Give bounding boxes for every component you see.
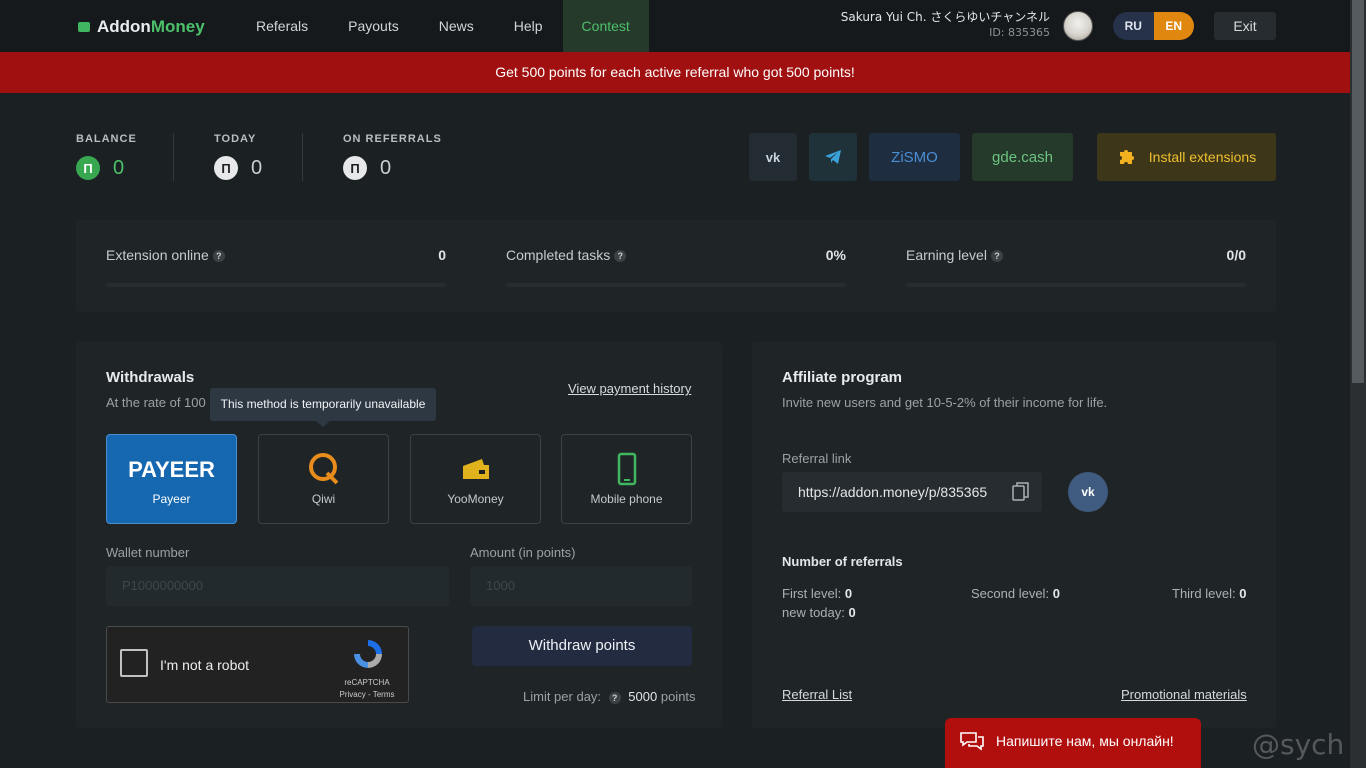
logo[interactable]: Addon Money: [78, 17, 205, 37]
phone-icon: [617, 452, 637, 486]
vk-button[interactable]: vk: [749, 133, 797, 181]
method-mobile-phone[interactable]: Mobile phone: [561, 434, 692, 524]
nav-referals[interactable]: Referals: [256, 0, 308, 52]
second-level: Second level: 0: [971, 586, 1060, 601]
watermark: @sych: [1252, 728, 1345, 761]
referral-link-field[interactable]: https://addon.money/p/835365: [782, 472, 1042, 512]
today-stat: TODAY П0: [214, 133, 263, 180]
scrollbar[interactable]: [1350, 0, 1366, 768]
wallet-icon: [463, 459, 489, 479]
referral-list-link[interactable]: Referral List: [782, 687, 852, 702]
coin-icon: П: [214, 156, 238, 180]
promotional-materials-link[interactable]: Promotional materials: [1121, 687, 1247, 702]
first-level: First level: 0: [782, 586, 853, 601]
lang-en[interactable]: EN: [1153, 12, 1194, 40]
wallet-label: Wallet number: [106, 545, 190, 560]
chat-widget[interactable]: Напишите нам, мы онлайн!: [945, 718, 1201, 768]
affiliate-subtitle: Invite new users and get 10-5-2% of thei…: [782, 395, 1108, 410]
withdrawals-title: Withdrawals: [106, 369, 195, 386]
balance-stat: BALANCE П0: [76, 133, 137, 180]
divider: [302, 133, 303, 181]
payeer-logo: PAYEER: [128, 457, 215, 482]
third-level: Third level: 0: [1172, 586, 1247, 601]
vk-share-button[interactable]: vk: [1068, 472, 1108, 512]
metrics-panel: [76, 220, 1276, 312]
referrals-value: 0: [380, 156, 392, 179]
referrals-count-title: Number of referrals: [782, 554, 903, 569]
install-extensions-button[interactable]: Install extensions: [1097, 133, 1276, 181]
recaptcha-icon: [354, 640, 382, 668]
main-nav: Referals Payouts News Help Contest: [256, 0, 689, 52]
referrals-stat: ON REFERRALS П0: [343, 133, 442, 180]
help-icon[interactable]: ?: [990, 250, 1003, 263]
help-icon[interactable]: ?: [608, 691, 621, 704]
method-payeer[interactable]: PAYEER Payeer: [106, 434, 237, 524]
withdraw-points-button[interactable]: Withdraw points: [472, 626, 692, 666]
user-id: ID: 835365: [989, 26, 1050, 39]
metric-earning-level: Earning level? 0/0: [906, 247, 1246, 287]
wallet-icon: [78, 22, 90, 32]
rate-text: At the rate of 100: [106, 395, 206, 410]
zismo-button[interactable]: ZiSMO: [869, 133, 960, 181]
coin-icon: П: [343, 156, 367, 180]
user-name: Sakura Yui Ch. さくらゆいチャンネル: [840, 10, 1050, 24]
daily-limit: Limit per day: ? 5000 points: [523, 689, 696, 704]
puzzle-icon: [1119, 150, 1134, 164]
nav-payouts[interactable]: Payouts: [348, 0, 399, 52]
nav-help[interactable]: Help: [514, 0, 543, 52]
amount-input[interactable]: 1000: [470, 566, 692, 606]
telegram-button[interactable]: [809, 133, 857, 181]
coin-icon: П: [76, 156, 100, 180]
vk-icon: vk: [765, 149, 781, 165]
help-icon[interactable]: ?: [212, 250, 225, 263]
copy-icon[interactable]: [1012, 482, 1030, 502]
wallet-input[interactable]: P1000000000: [106, 566, 449, 606]
referral-link-label: Referral link: [782, 451, 852, 466]
metric-completed-tasks: Completed tasks? 0%: [506, 247, 846, 287]
metric-extension-online: Extension online? 0: [106, 247, 446, 287]
progress-bar: [506, 283, 846, 287]
amount-label: Amount (in points): [470, 545, 576, 560]
balance-value: 0: [113, 156, 125, 179]
nav-contest[interactable]: Contest: [562, 0, 649, 52]
new-today: new today: 0: [782, 605, 856, 620]
recaptcha-checkbox[interactable]: [120, 649, 148, 677]
recaptcha-widget: I'm not a robot reCAPTCHA Privacy - Terms: [106, 626, 409, 703]
payment-history-link[interactable]: View payment history: [568, 381, 691, 396]
nav-news[interactable]: News: [439, 0, 474, 52]
telegram-icon: [825, 150, 841, 164]
method-yoomoney[interactable]: YooMoney: [410, 434, 541, 524]
avatar[interactable]: [1063, 11, 1093, 41]
promo-banner: Get 500 points for each active referral …: [0, 52, 1350, 93]
vk-icon: vk: [1081, 485, 1095, 499]
tooltip: This method is temporarily unavailable: [210, 388, 436, 427]
today-value: 0: [251, 156, 263, 179]
language-switch[interactable]: RU EN: [1113, 12, 1194, 40]
progress-bar: [906, 283, 1246, 287]
gdecash-button[interactable]: gde.cash: [972, 133, 1073, 181]
scrollbar-thumb[interactable]: [1352, 0, 1364, 383]
help-icon[interactable]: ?: [614, 250, 627, 263]
exit-button[interactable]: Exit: [1214, 12, 1276, 40]
divider: [173, 133, 174, 181]
affiliate-title: Affiliate program: [782, 369, 903, 386]
progress-bar: [106, 283, 446, 287]
qiwi-icon: [309, 453, 339, 485]
lang-ru[interactable]: RU: [1113, 12, 1154, 40]
method-qiwi[interactable]: Qiwi: [258, 434, 389, 524]
chat-icon: [960, 731, 984, 751]
user-info[interactable]: Sakura Yui Ch. さくらゆいチャンネル ID: 835365: [841, 10, 1050, 40]
